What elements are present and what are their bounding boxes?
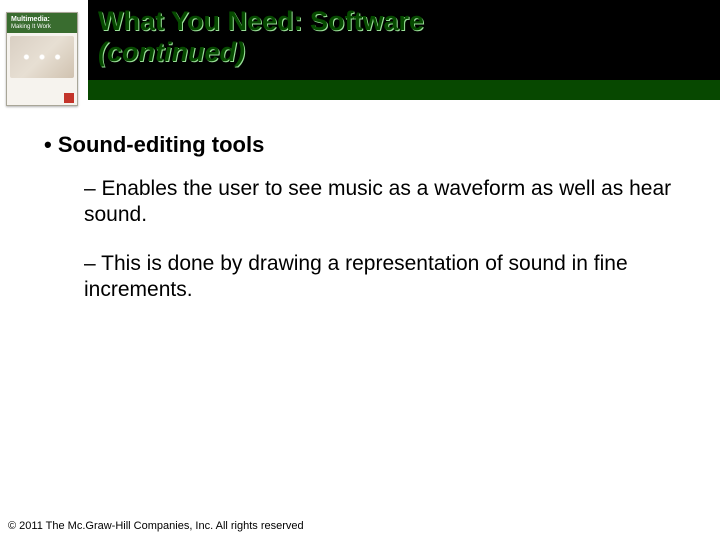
bullet-heading: Sound-editing tools	[44, 132, 680, 158]
thumbnail-title: Multimedia:	[11, 16, 50, 23]
thumbnail-subtitle: Making It Work	[11, 24, 73, 31]
title-underline	[88, 80, 720, 100]
publisher-logo-icon	[64, 93, 74, 103]
thumbnail-image	[10, 36, 74, 78]
thumbnail-caption: Multimedia: Making It Work	[7, 13, 77, 33]
slide: Multimedia: Making It Work What You Need…	[0, 0, 720, 540]
sub-bullet: This is done by drawing a representation…	[84, 251, 680, 304]
copyright-footer: © 2011 The Mc.Graw-Hill Companies, Inc. …	[8, 520, 304, 532]
book-thumbnail: Multimedia: Making It Work	[6, 12, 78, 106]
slide-header: Multimedia: Making It Work What You Need…	[0, 0, 720, 100]
title-bar: What You Need: Software (continued)	[88, 0, 720, 80]
slide-title-line1: What You Need: Software	[98, 6, 710, 37]
slide-title-line2: (continued)	[98, 37, 710, 68]
slide-body: Sound-editing tools Enables the user to …	[0, 118, 720, 512]
sub-bullet: Enables the user to see music as a wavef…	[84, 176, 680, 229]
